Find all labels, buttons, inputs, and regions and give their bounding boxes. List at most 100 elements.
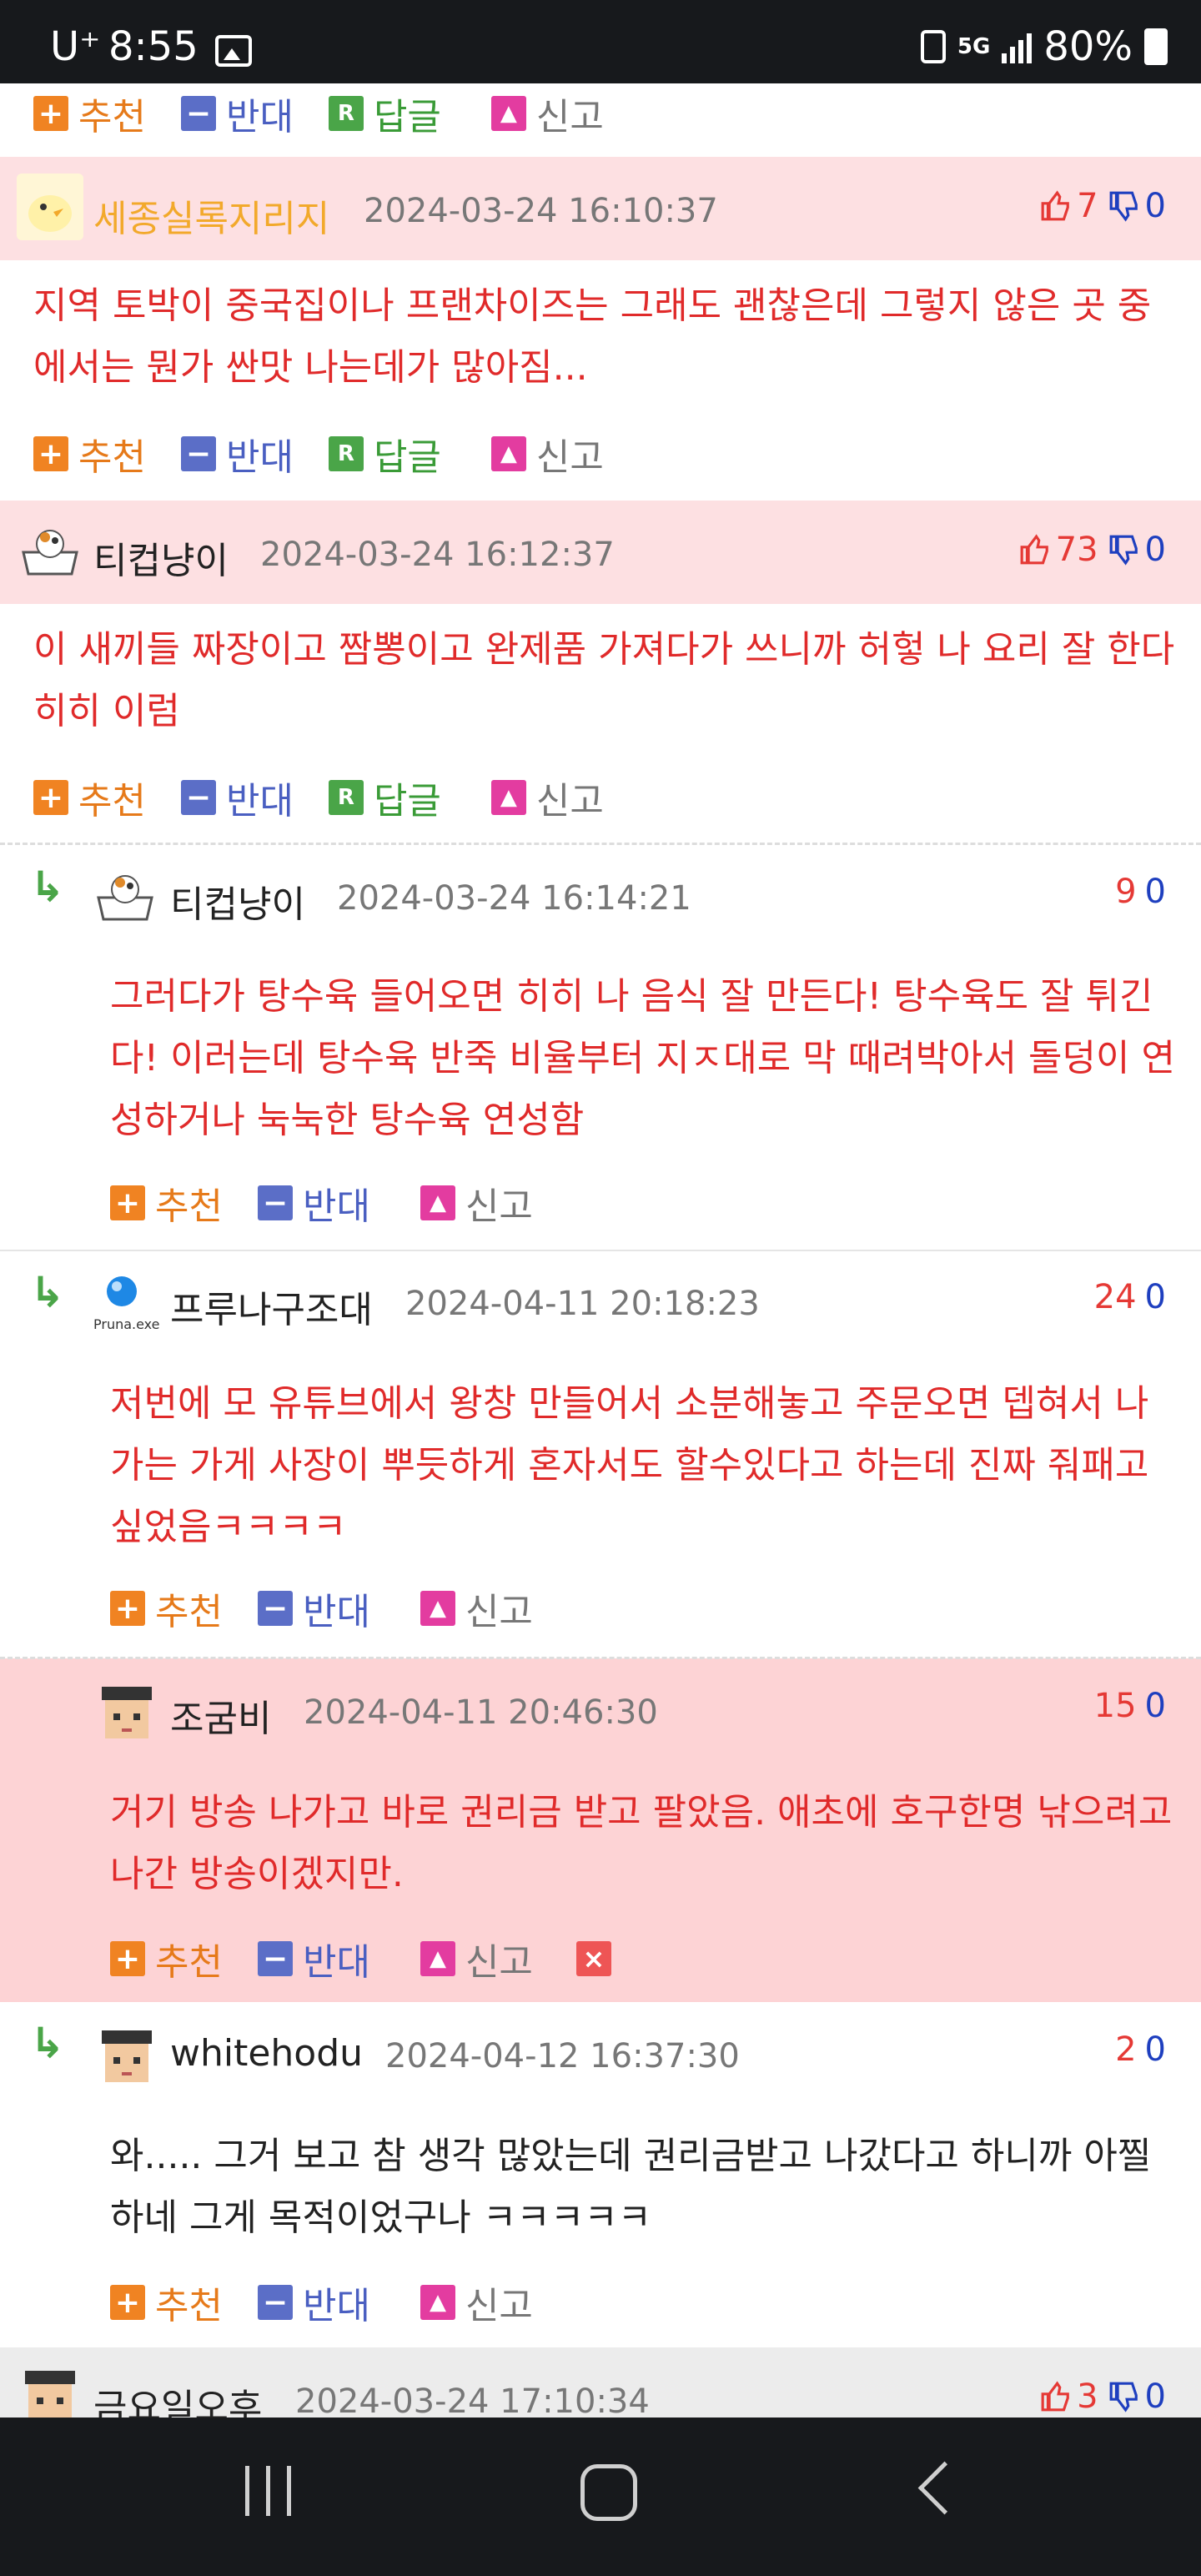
recommend-button[interactable]: + 추천: [33, 771, 146, 824]
oppose-button[interactable]: − 반대: [180, 771, 294, 824]
recommend-button[interactable]: + 추천: [33, 87, 146, 140]
plus-icon: +: [33, 96, 68, 131]
author-name[interactable]: 금요일오후: [93, 2377, 262, 2418]
downvote-count: 0: [1144, 531, 1166, 569]
thumbs-down-icon: [1109, 191, 1138, 222]
minus-icon: −: [180, 780, 216, 815]
comment-actions: + 추천 − 반대 R 답글 ▲ 신고: [33, 87, 639, 140]
plus-icon: +: [110, 1941, 145, 1976]
comment-date: 2024-04-11 20:18:23: [405, 1285, 760, 1323]
comment-text: 그러다가 탕수육 들어오면 히히 나 음식 잘 만든다! 탕수육도 잘 튀긴다!…: [110, 975, 1175, 1141]
report-button[interactable]: ▲ 신고: [490, 427, 604, 480]
report-button[interactable]: ▲ 신고: [490, 771, 604, 824]
downvote-count: 0: [1144, 2377, 1166, 2416]
author-name[interactable]: 프루나구조대: [170, 1280, 373, 1333]
author-name[interactable]: whitehodu: [170, 2032, 363, 2075]
home-icon[interactable]: [580, 2464, 637, 2521]
report-button[interactable]: ▲ 신고: [420, 2276, 533, 2329]
author-name[interactable]: 조굼비: [170, 1688, 271, 1742]
downvote-count: 0: [1144, 1687, 1166, 1725]
downvote-count: 0: [1144, 1278, 1166, 1316]
author-name[interactable]: 티컵냥이: [93, 531, 229, 584]
comment-list: + 추천 − 반대 R 답글 ▲ 신고 세종실록지리지 2024-03-24 16:10…: [0, 83, 1201, 2418]
comment-text: 지역 토박이 중국집이나 프랜차이즈는 그래도 괜찮은데 그렇지 않은 곳 중에…: [33, 284, 1152, 389]
thumbs-up-icon: [1041, 190, 1069, 221]
comment-header: 금요일오후 2024-03-24 17:10:34 3 0: [0, 2347, 1201, 2418]
recommend-button[interactable]: + 추천: [33, 427, 146, 480]
recent-apps-icon[interactable]: [245, 2466, 291, 2516]
report-button[interactable]: ▲ 신고: [420, 1582, 533, 1635]
avatar-caption: Pruna.exe: [93, 1316, 160, 1332]
comment-header: 세종실록지리지 2024-03-24 16:10:37 7 0: [0, 157, 1201, 260]
siren-icon: ▲: [490, 436, 526, 471]
oppose-button[interactable]: − 반대: [257, 1932, 370, 1985]
avatar: [17, 174, 83, 240]
comment-date: 2024-03-24 16:10:37: [364, 192, 718, 230]
vote-counts: 3 0: [1040, 2377, 1166, 2416]
reply-button[interactable]: R 답글: [328, 87, 441, 140]
system-navigation-bar: [0, 2418, 1201, 2576]
reply-button[interactable]: R 답글: [328, 771, 441, 824]
comment-date: 2024-03-24 17:10:34: [295, 2382, 650, 2418]
plus-icon: +: [33, 436, 68, 471]
reply-button[interactable]: R 답글: [328, 427, 441, 480]
siren-icon: ▲: [490, 780, 526, 815]
close-icon: ×: [575, 1941, 611, 1976]
oppose-button[interactable]: − 반대: [180, 87, 294, 140]
minus-icon: −: [257, 1941, 293, 1976]
gallery-notification-icon: [215, 35, 252, 67]
report-button[interactable]: ▲ 신고: [490, 87, 604, 140]
comment-actions: + 추천 − 반대 ▲ 신고: [110, 1582, 568, 1635]
thumbs-up-icon: [1041, 2381, 1069, 2412]
report-button[interactable]: ▲ 신고: [420, 1932, 533, 1985]
comment-date: 2024-04-11 20:46:30: [304, 1693, 658, 1732]
recommend-button[interactable]: + 추천: [110, 1932, 223, 1985]
divider: [0, 1250, 1201, 1251]
battery-icon: [1144, 28, 1168, 65]
oppose-button[interactable]: − 반대: [257, 2276, 370, 2329]
plus-icon: +: [110, 1185, 145, 1220]
vote-counts: 2 0: [1115, 2030, 1166, 2069]
avatar: [93, 2024, 160, 2090]
report-button[interactable]: ▲ 신고: [420, 1176, 533, 1230]
oppose-button[interactable]: − 반대: [257, 1582, 370, 1635]
reply-arrow-icon: ↳: [30, 2019, 65, 2067]
minus-icon: −: [257, 2285, 293, 2320]
upvote-count: 3: [1077, 2377, 1098, 2416]
minus-icon: −: [180, 96, 216, 131]
divider: [0, 843, 1201, 845]
upvote-count: 9: [1115, 873, 1137, 911]
comment-date: 2024-03-24 16:14:21: [337, 879, 691, 918]
network-type: 5G: [957, 34, 991, 59]
comment-header: 티컵냥이 2024-03-24 16:12:37 73 0: [0, 501, 1201, 604]
avatar: [92, 864, 158, 931]
author-name[interactable]: 티컵냥이: [170, 874, 305, 928]
signal-icon: [1002, 30, 1033, 63]
comment-actions: + 추천 − 반대 R 답글 ▲ 신고: [33, 427, 639, 480]
siren-icon: ▲: [420, 2285, 455, 2320]
upvote-count: 24: [1093, 1278, 1137, 1316]
comment-text: 거기 방송 나가고 바로 권리금 받고 팔았음. 애초에 호구한명 낚으려고 나…: [110, 1791, 1173, 1895]
comment-actions: + 추천 − 반대 ▲ 신고 ×: [110, 1932, 656, 1985]
carrier-label: U⁺: [50, 23, 101, 70]
recommend-button[interactable]: + 추천: [110, 1176, 223, 1230]
recommend-button[interactable]: + 추천: [110, 1582, 223, 1635]
minus-icon: −: [180, 436, 216, 471]
thumbs-down-icon: [1109, 535, 1138, 566]
reply-icon: R: [328, 780, 364, 815]
siren-icon: ▲: [490, 96, 526, 131]
vote-counts: 24 0: [1094, 1278, 1166, 1316]
minus-icon: −: [257, 1591, 293, 1626]
reply-icon: R: [328, 436, 364, 471]
oppose-button[interactable]: − 반대: [180, 427, 294, 480]
back-icon[interactable]: [917, 2461, 972, 2515]
author-name[interactable]: 세종실록지리지: [93, 189, 329, 242]
delete-button[interactable]: ×: [575, 1941, 621, 1976]
downvote-count: 0: [1144, 2030, 1166, 2069]
comment-actions: + 추천 − 반대 R 답글 ▲ 신고: [33, 771, 639, 824]
siren-icon: ▲: [420, 1941, 455, 1976]
recommend-button[interactable]: + 추천: [110, 2276, 223, 2329]
comment-actions: + 추천 − 반대 ▲ 신고: [110, 1176, 568, 1230]
avatar: [17, 519, 83, 586]
oppose-button[interactable]: − 반대: [257, 1176, 370, 1230]
